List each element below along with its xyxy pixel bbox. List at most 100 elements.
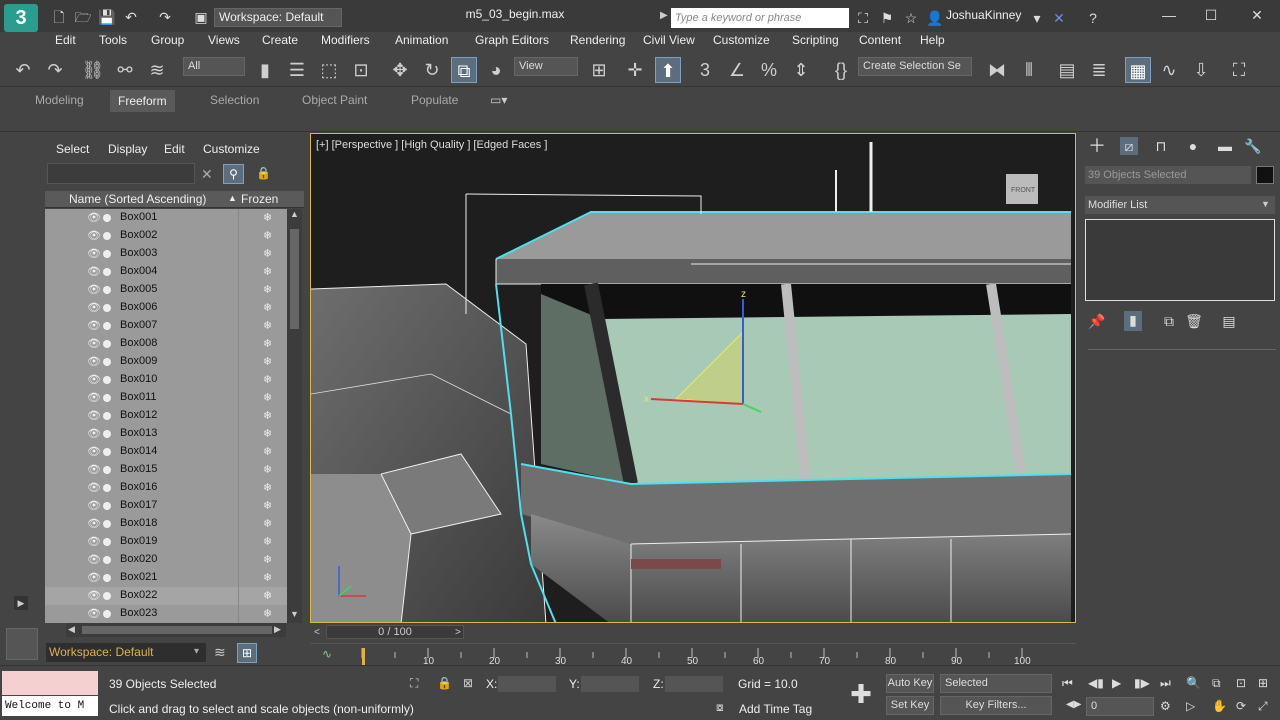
hscroll-thumb[interactable] bbox=[82, 626, 272, 634]
percent-snap-icon[interactable]: % bbox=[756, 57, 782, 83]
pivot-center-icon[interactable]: ⊞ bbox=[586, 57, 612, 83]
pan-view-icon[interactable]: ✋ bbox=[1212, 699, 1227, 713]
window-crossing-icon[interactable]: ⊡ bbox=[348, 57, 374, 83]
renderable-dot-icon[interactable] bbox=[103, 430, 111, 438]
modifier-dropdown-icon[interactable]: ▼ bbox=[1261, 199, 1270, 209]
minimize-icon[interactable]: — bbox=[1160, 6, 1178, 24]
key-filters-button[interactable]: Key Filters... bbox=[940, 696, 1052, 715]
modifier-stack[interactable] bbox=[1085, 219, 1275, 301]
renderable-dot-icon[interactable] bbox=[103, 250, 111, 258]
new-file-icon[interactable]: 🗋 bbox=[50, 8, 68, 26]
absolute-mode-icon[interactable]: ⊠ bbox=[463, 676, 473, 690]
pin-stack-icon[interactable]: 📌 bbox=[1088, 312, 1106, 330]
list-item[interactable]: 👁 Box019 ❄ bbox=[45, 533, 287, 551]
visibility-eye-icon[interactable]: 👁 bbox=[87, 265, 101, 278]
y-coordinate-field[interactable] bbox=[581, 676, 639, 692]
set-key-button[interactable]: Set Key bbox=[886, 696, 934, 715]
maxscript-listener-pink[interactable] bbox=[2, 671, 98, 695]
user-name[interactable]: JoshuaKinney bbox=[946, 8, 1021, 22]
time-slider-thumb[interactable]: 0 / 100 bbox=[326, 625, 464, 639]
object-name-field[interactable]: 39 Objects Selected bbox=[1085, 166, 1251, 184]
align-icon[interactable]: ⫴ bbox=[1016, 57, 1042, 83]
redo-icon[interactable]: ↷ bbox=[156, 8, 174, 26]
renderable-dot-icon[interactable] bbox=[103, 610, 111, 618]
visibility-eye-icon[interactable]: 👁 bbox=[87, 589, 101, 602]
renderable-dot-icon[interactable] bbox=[103, 538, 111, 546]
app-logo-button[interactable]: 3 bbox=[4, 4, 38, 32]
tab-freeform[interactable]: Freeform bbox=[110, 90, 175, 112]
renderable-dot-icon[interactable] bbox=[103, 340, 111, 348]
renderable-dot-icon[interactable] bbox=[103, 358, 111, 366]
list-item[interactable]: 👁 Box023 ❄ bbox=[45, 605, 287, 623]
menu-modifiers[interactable]: Modifiers bbox=[321, 33, 370, 47]
list-item[interactable]: 👁 Box021 ❄ bbox=[45, 569, 287, 587]
explorer-menu-customize[interactable]: Customize bbox=[203, 142, 260, 156]
list-item[interactable]: 👁 Box013 ❄ bbox=[45, 425, 287, 443]
hierarchy-icon[interactable]: ⊞ bbox=[237, 643, 257, 663]
angle-snap-icon[interactable]: ∠ bbox=[724, 57, 750, 83]
explorer-menu-select[interactable]: Select bbox=[56, 142, 89, 156]
visibility-eye-icon[interactable]: 👁 bbox=[87, 409, 101, 422]
frozen-snowflake-icon[interactable]: ❄ bbox=[263, 553, 272, 566]
create-tab-icon[interactable]: ＋ bbox=[1088, 137, 1106, 155]
select-manipulate-icon[interactable]: ✛ bbox=[622, 57, 648, 83]
menu-civil-view[interactable]: Civil View bbox=[643, 33, 695, 47]
select-object-icon[interactable]: ▮ bbox=[252, 57, 278, 83]
menu-tools[interactable]: Tools bbox=[99, 33, 127, 47]
visibility-eye-icon[interactable]: 👁 bbox=[87, 283, 101, 296]
visibility-eye-icon[interactable]: 👁 bbox=[87, 607, 101, 620]
lock-icon[interactable]: 🔒 bbox=[256, 166, 271, 180]
next-key-icon[interactable]: ▮▶ bbox=[1134, 676, 1150, 690]
x-coordinate-field[interactable] bbox=[498, 676, 556, 692]
frozen-snowflake-icon[interactable]: ❄ bbox=[263, 589, 272, 602]
explorer-menu-edit[interactable]: Edit bbox=[164, 142, 185, 156]
scroll-down-icon[interactable]: ▼ bbox=[290, 609, 299, 619]
renderable-dot-icon[interactable] bbox=[103, 394, 111, 402]
layer-color-swatch[interactable] bbox=[6, 628, 38, 660]
search-arrow-icon[interactable]: ▶ bbox=[660, 10, 668, 21]
tab-selection[interactable]: Selection bbox=[210, 93, 259, 107]
list-item[interactable]: 👁 Box012 ❄ bbox=[45, 407, 287, 425]
frozen-snowflake-icon[interactable]: ❄ bbox=[263, 481, 272, 494]
workspace-dropdown[interactable]: Workspace: Default bbox=[214, 8, 342, 27]
renderable-dot-icon[interactable] bbox=[103, 232, 111, 240]
frozen-snowflake-icon[interactable]: ❄ bbox=[263, 391, 272, 404]
exchange-icon[interactable]: ✕ bbox=[1050, 9, 1068, 27]
explorer-search-input[interactable] bbox=[47, 163, 195, 184]
bind-spacewarp-icon[interactable]: ≋ bbox=[144, 57, 170, 83]
binoculars-icon[interactable]: ⛶ bbox=[854, 9, 872, 27]
renderable-dot-icon[interactable] bbox=[103, 304, 111, 312]
list-item[interactable]: 👁 Box011 ❄ bbox=[45, 389, 287, 407]
frozen-snowflake-icon[interactable]: ❄ bbox=[263, 283, 272, 296]
layer-explorer-icon[interactable]: ▤ bbox=[1054, 57, 1080, 83]
object-color-swatch[interactable] bbox=[1256, 166, 1274, 184]
spinner-snap-icon[interactable]: ⇕ bbox=[788, 57, 814, 83]
scroll-right-icon[interactable]: ▶ bbox=[274, 624, 281, 635]
renderable-dot-icon[interactable] bbox=[103, 502, 111, 510]
menu-graph-editors[interactable]: Graph Editors bbox=[475, 33, 549, 47]
filter-icon[interactable]: ⚲ bbox=[223, 164, 244, 184]
visibility-eye-icon[interactable]: 👁 bbox=[87, 229, 101, 242]
scene-explorer-icon[interactable]: ▦ bbox=[1125, 57, 1151, 83]
visibility-eye-icon[interactable]: 👁 bbox=[87, 499, 101, 512]
tab-object-paint[interactable]: Object Paint bbox=[302, 93, 367, 107]
perspective-viewport[interactable]: FRONT z x bbox=[310, 133, 1076, 623]
frozen-snowflake-icon[interactable]: ❄ bbox=[263, 445, 272, 458]
renderable-dot-icon[interactable] bbox=[103, 322, 111, 330]
auto-key-button[interactable]: Auto Key bbox=[886, 674, 934, 693]
renderable-dot-icon[interactable] bbox=[103, 484, 111, 492]
go-to-start-icon[interactable]: ⏮ bbox=[1062, 676, 1073, 691]
visibility-eye-icon[interactable]: 👁 bbox=[87, 373, 101, 386]
snaps-toggle-icon[interactable]: 3 bbox=[692, 57, 718, 83]
renderable-dot-icon[interactable] bbox=[103, 412, 111, 420]
menu-rendering[interactable]: Rendering bbox=[570, 33, 625, 47]
menu-edit[interactable]: Edit bbox=[55, 33, 76, 47]
list-item[interactable]: 👁 Box018 ❄ bbox=[45, 515, 287, 533]
project-folder-icon[interactable]: ▣ bbox=[192, 8, 210, 26]
scale-icon[interactable]: ⧉ bbox=[451, 57, 477, 83]
isolate-selection-icon[interactable]: ⛶ bbox=[410, 676, 418, 691]
list-item[interactable]: 👁 Box022 ❄ bbox=[45, 587, 287, 605]
zoom-extents-icon[interactable]: ⊡ bbox=[1236, 676, 1246, 690]
move-icon[interactable]: ✥ bbox=[387, 57, 413, 83]
renderable-dot-icon[interactable] bbox=[103, 466, 111, 474]
